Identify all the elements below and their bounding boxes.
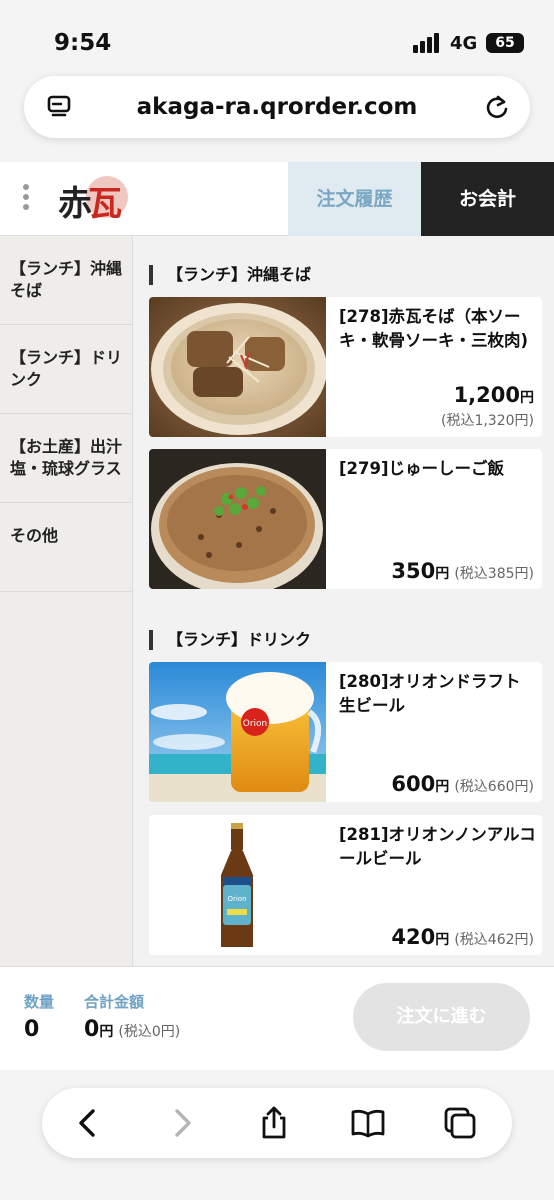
url-text[interactable]: akaga-ra.qrorder.com [24, 94, 530, 120]
total-value: 0 [84, 1017, 100, 1042]
reload-icon[interactable] [484, 93, 510, 121]
order-history-button[interactable]: 注文履歴 [288, 162, 421, 236]
menu-item-card[interactable]: [278]赤瓦そば（本ソーキ・軟骨ソーキ・三枚肉) 1,200円 (税込1,32… [149, 297, 542, 437]
item-yen: 円 [435, 932, 450, 948]
item-price-line: 1,200円 [454, 383, 534, 407]
item-price-line: 420円 (税込462円) [391, 925, 534, 949]
item-name: [281]オリオンノンアルコールビール [339, 825, 536, 868]
quantity-label: 数量 [24, 993, 55, 1011]
item-yen: 円 [435, 779, 450, 795]
menu-list: 【ランチ】沖縄そば [278]赤瓦そば（本ソーキ・軟骨ソーキ・三枚肉) 1,20… [133, 236, 554, 966]
sidebar-item-other[interactable]: その他 [0, 503, 132, 592]
item-price: 350 [391, 559, 436, 583]
menu-item-card[interactable]: [279]じゅーしーご飯 350円 (税込385円) [149, 449, 542, 589]
item-tax: (税込385円) [454, 566, 534, 582]
browser-toolbar-area [0, 1070, 554, 1200]
item-price: 1,200 [453, 383, 520, 407]
browser-address-area: akaga-ra.qrorder.com [0, 70, 554, 162]
address-bar[interactable]: akaga-ra.qrorder.com [24, 76, 530, 138]
menu-item-card[interactable]: Orion [280]オリオンドラフト生ビール 600円 (税込660円) [149, 662, 542, 802]
draft-beer-photo: Orion [149, 662, 326, 802]
total-amount: 0円 (税込0円) [84, 1017, 180, 1042]
non-alcohol-beer-photo: Orion [149, 815, 326, 955]
svg-text:Orion: Orion [243, 719, 268, 729]
status-time: 9:54 [54, 30, 112, 56]
item-tax: (税込1,320円) [440, 413, 534, 429]
svg-text:Orion: Orion [227, 895, 246, 903]
item-price-line: 350円 (税込385円) [391, 559, 534, 583]
item-name: [279]じゅーしーご飯 [339, 459, 505, 478]
item-yen: 円 [520, 390, 534, 406]
item-tax: (税込660円) [454, 779, 534, 795]
sidebar-item-souvenir[interactable]: 【お土産】出汁塩・琉球グラス [0, 414, 132, 503]
quantity-value: 0 [24, 1017, 40, 1042]
category-sidebar: 【ランチ】沖縄そば 【ランチ】ドリンク 【お土産】出汁塩・琉球グラス その他 [0, 236, 133, 966]
item-name: [280]オリオンドラフト生ビール [339, 672, 521, 715]
shop-logo[interactable]: 赤瓦 [56, 170, 130, 228]
proceed-to-order-button[interactable]: 注文に進む [353, 983, 530, 1051]
network-type: 4G [450, 33, 478, 54]
item-tax: (税込462円) [454, 932, 534, 948]
battery-icon: 65 [486, 33, 524, 53]
item-tax-line: (税込1,320円) [441, 410, 534, 430]
item-name: [278]赤瓦そば（本ソーキ・軟骨ソーキ・三枚肉) [339, 307, 529, 350]
browser-toolbar [42, 1088, 512, 1158]
book-icon[interactable] [350, 1105, 386, 1141]
chevron-right-icon[interactable] [164, 1105, 200, 1141]
item-price: 420 [391, 925, 436, 949]
order-summary-bar: 数量 合計金額 0 0円 (税込0円) 注文に進む [0, 966, 554, 1070]
item-price: 600 [391, 772, 436, 796]
soba-photo [149, 297, 326, 437]
checkout-button[interactable]: お会計 [421, 162, 554, 236]
juushii-rice-photo [149, 449, 326, 589]
total-label: 合計金額 [84, 993, 145, 1011]
shop-header: 赤瓦 注文履歴 お会計 [0, 162, 554, 236]
status-bar: 9:54 4G 65 [0, 0, 554, 70]
total-tax: (税込0円) [118, 1024, 181, 1040]
share-icon[interactable] [256, 1105, 292, 1141]
item-yen: 円 [435, 566, 450, 582]
sidebar-item-okinawa-soba[interactable]: 【ランチ】沖縄そば [0, 236, 132, 325]
chevron-left-icon[interactable] [70, 1105, 106, 1141]
more-menu-icon[interactable] [22, 184, 30, 214]
section-title: 【ランチ】沖縄そば [149, 265, 311, 285]
signal-icon [413, 33, 441, 53]
section-title: 【ランチ】ドリンク [149, 630, 311, 650]
tabs-overview-icon[interactable] [442, 1105, 478, 1141]
menu-item-card[interactable]: Orion [281]オリオンノンアルコールビール 420円 (税込462円) [149, 815, 542, 955]
total-yen: 円 [99, 1024, 114, 1040]
item-price-line: 600円 (税込660円) [391, 772, 534, 796]
sidebar-item-lunch-drink[interactable]: 【ランチ】ドリンク [0, 325, 132, 414]
